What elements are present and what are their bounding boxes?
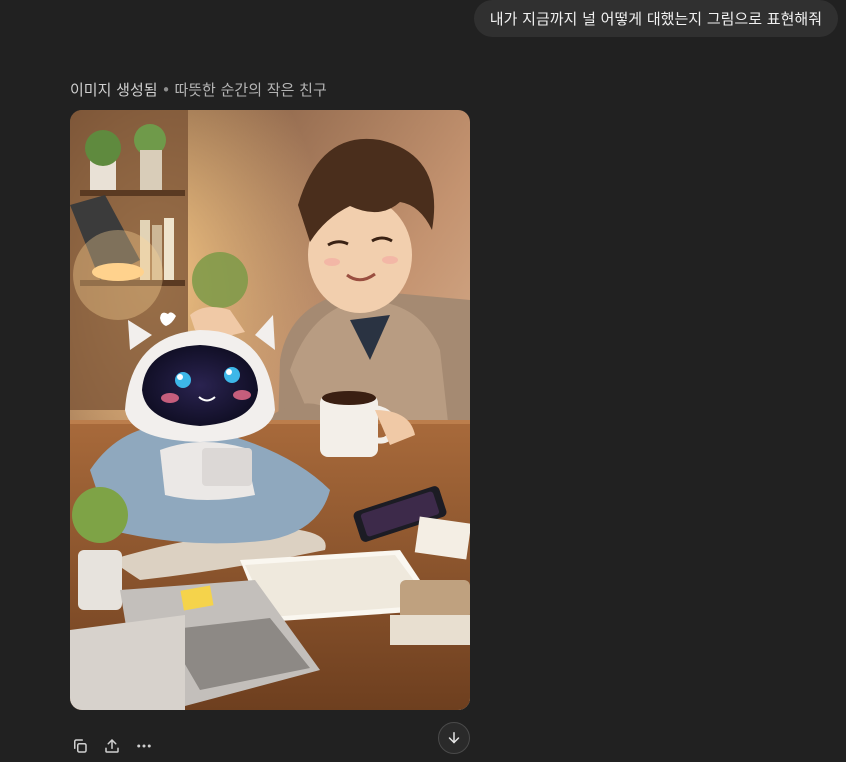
image-generated-caption: 이미지 생성됨 • 따뜻한 순간의 작은 친구: [70, 80, 327, 100]
share-icon: [105, 739, 119, 753]
copy-button[interactable]: [66, 732, 94, 760]
more-icon: [137, 744, 151, 748]
more-button[interactable]: [130, 732, 158, 760]
generated-illustration: [70, 110, 470, 710]
download-icon: [448, 732, 460, 744]
user-message-bubble: 내가 지금까지 널 어떻게 대했는지 그림으로 표현해줘: [473, 0, 838, 37]
chat-page: 내가 지금까지 널 어떻게 대했는지 그림으로 표현해줘 이미지 생성됨 • 따뜻한…: [0, 0, 846, 762]
copy-icon: [74, 739, 87, 753]
user-message-text: 내가 지금까지 널 어떻게 대했는지 그림으로 표현해줘: [489, 10, 822, 28]
image-title: 따뜻한 순간의 작은 친구: [174, 81, 327, 99]
image-status-label: 이미지 생성됨: [70, 81, 158, 99]
download-button[interactable]: [438, 722, 470, 754]
message-actions: [66, 732, 158, 760]
generated-image[interactable]: [70, 110, 470, 710]
caption-separator: •: [161, 81, 171, 99]
share-button[interactable]: [98, 732, 126, 760]
